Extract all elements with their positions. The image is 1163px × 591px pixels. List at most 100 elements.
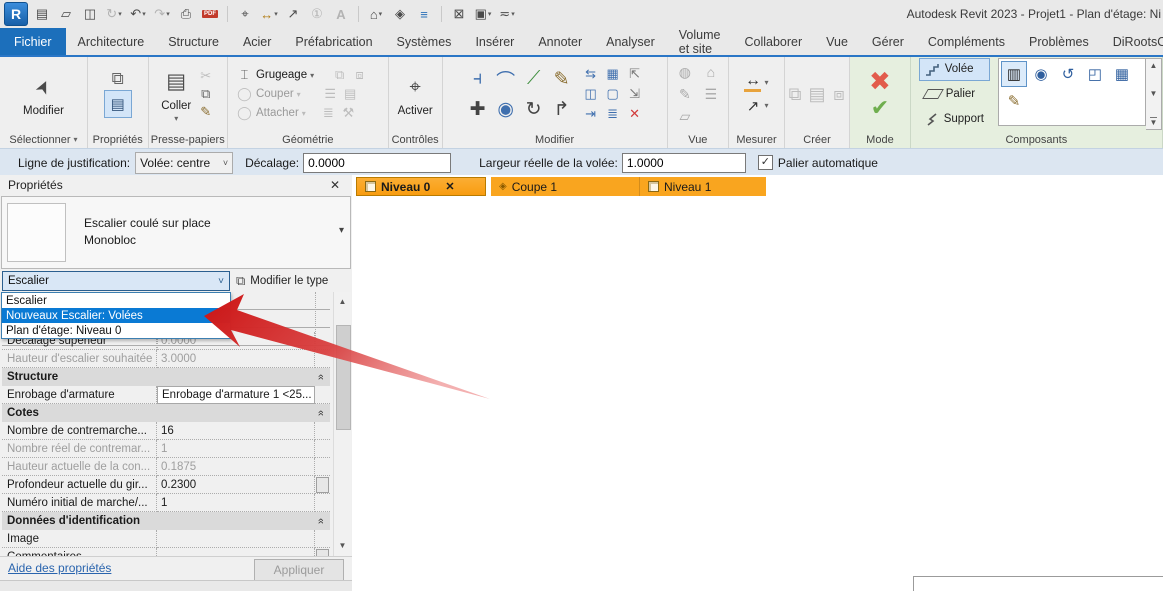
cancel-edit-mode-button[interactable]: ✖ [869, 69, 891, 93]
edit-type-button[interactable]: ⧉ Modifier le type [236, 271, 328, 291]
tab-problemes[interactable]: Problèmes [1017, 28, 1101, 55]
align-icon[interactable]: ⫞ [473, 68, 483, 90]
tab-architecture[interactable]: Architecture [66, 28, 157, 55]
unjoin-icon[interactable]: ▤ [342, 86, 359, 102]
property-row[interactable]: Nombre réel de contremar... 1 [2, 440, 330, 458]
property-row[interactable]: Image [2, 530, 330, 548]
tag-by-category-icon[interactable]: ① [307, 4, 327, 24]
measure-along-element-button[interactable]: ↗ ▾ [744, 96, 768, 115]
gallery-scrollbar[interactable]: ▲ ▼ ▼ [1146, 58, 1162, 130]
print-icon[interactable]: ⎙ [176, 4, 196, 24]
properties-window-icon[interactable]: ▤ [32, 4, 52, 24]
auto-landing-checkbox[interactable]: ✓ [758, 155, 773, 170]
mirror-draw-icon[interactable]: ◫ [584, 86, 596, 102]
toggle-light-icon[interactable]: ◍ [679, 64, 691, 81]
revit-logo-icon[interactable]: R [4, 2, 28, 26]
attacher-button[interactable]: ◯ Attacher▾ ≣ ⚒ [236, 104, 357, 123]
offset-input[interactable] [303, 153, 451, 173]
customize-qat-icon[interactable]: ≂▾ [497, 4, 517, 24]
undo-icon[interactable]: ↶▾ [128, 4, 148, 24]
panel-label-mesurer[interactable]: Mesurer [729, 131, 784, 148]
tab-complements[interactable]: Compléments [916, 28, 1017, 55]
measure-between-refs-button[interactable]: ↔ ▾ [744, 73, 768, 92]
palette-scrollbar[interactable]: ▲ ▼ [333, 292, 351, 556]
render-icon[interactable]: ⌂ [707, 64, 715, 80]
gallery-scroll-up-icon[interactable]: ▲ [1150, 61, 1158, 70]
copy-element-icon[interactable]: ◉ [497, 98, 514, 121]
panel-label-proprietes[interactable]: Propriétés [88, 131, 148, 148]
panel-label-presse-papiers[interactable]: Presse-papiers [149, 131, 227, 148]
tab-gerer[interactable]: Gérer [860, 28, 916, 55]
sketch-run-icon[interactable]: ✎ [1001, 88, 1027, 114]
panel-label-controles[interactable]: Contrôles [389, 131, 442, 148]
view-box-icon[interactable]: ▱ [679, 108, 690, 125]
palette-close-icon[interactable]: ✕ [330, 178, 340, 192]
property-row[interactable]: Commentaires [2, 548, 330, 556]
pin-icon[interactable]: ⇲ [629, 86, 640, 102]
view-tab-coupe-1[interactable]: ◈ Coupe 1 [491, 177, 639, 196]
create-assembly-icon[interactable]: ▤ [809, 86, 826, 102]
type-selector-caret-icon[interactable]: ▾ [339, 225, 344, 236]
hidden-lines-icon[interactable]: ☰ [705, 86, 718, 103]
panel-label-composants[interactable]: Composants [911, 131, 1162, 148]
volee-button[interactable]: Volée [919, 58, 990, 81]
scroll-thumb[interactable] [336, 325, 351, 430]
close-inactive-windows-icon[interactable]: ⊠ [449, 4, 469, 24]
run-u-winder-icon[interactable]: ▦ [1109, 61, 1135, 87]
tab-collaborer[interactable]: Collaborer [732, 28, 814, 55]
property-row[interactable]: Nombre de contremarche... 16 [2, 422, 330, 440]
sync-icon[interactable]: ↻▾ [104, 4, 124, 24]
save-icon[interactable]: ◫ [80, 4, 100, 24]
finish-edit-mode-button[interactable]: ✔ [871, 97, 889, 119]
linework-icon[interactable]: ✎ [679, 86, 691, 103]
tab-annoter[interactable]: Annoter [526, 28, 594, 55]
beam-join-icon[interactable]: ≣ [320, 105, 337, 121]
run-l-winder-icon[interactable]: ◰ [1082, 61, 1108, 87]
multi-align-icon[interactable]: ≣ [607, 106, 618, 122]
grugeage-button[interactable]: ⌶ Grugeage▾ ⧉ ⧈ [236, 66, 368, 85]
run-width-input[interactable] [622, 153, 746, 173]
trim-extend-icon[interactable]: ✎ [554, 68, 570, 91]
create-similar-icon[interactable]: ⧈ [831, 86, 848, 102]
align-end-icon[interactable]: ⇥ [585, 106, 596, 122]
panel-label-creer[interactable]: Créer [785, 131, 849, 148]
copy-icon[interactable]: ⧉ [197, 86, 214, 102]
property-row[interactable]: Hauteur d'escalier souhaitée 3.0000 [2, 350, 330, 368]
split-element-icon[interactable]: ⟋ [527, 68, 540, 90]
row-action-button[interactable] [316, 549, 329, 557]
modifier-button[interactable]: ➤ Modifier [23, 71, 64, 117]
open-icon[interactable]: ▱ [56, 4, 76, 24]
properties-toggle-button[interactable]: ▤ [104, 90, 132, 118]
activate-dimensions-icon[interactable]: ⌖ [235, 4, 255, 24]
tab-fichier[interactable]: Fichier [0, 28, 66, 55]
run-spiral-full-icon[interactable]: ◉ [1028, 61, 1054, 87]
redo-icon[interactable]: ↷▾ [152, 4, 172, 24]
scroll-down-icon[interactable]: ▼ [334, 538, 351, 553]
panel-label-selectionner[interactable]: Sélectionner▾ [0, 131, 87, 148]
justification-combo[interactable]: Volée: centre˅ [135, 152, 233, 174]
close-view-tab-icon[interactable]: ✕ [445, 180, 454, 193]
mirror-axis-icon[interactable]: ⇆ [585, 66, 596, 82]
properties-help-link[interactable]: Aide des propriétés [8, 561, 111, 575]
wall-joins-icon[interactable]: ☰ [322, 86, 339, 102]
property-row[interactable]: Enrobage d'armature Enrobage d'armature … [2, 386, 330, 404]
section-icon[interactable]: ◈ [390, 4, 410, 24]
panel-label-geometrie[interactable]: Géométrie [228, 131, 388, 148]
panel-label-vue[interactable]: Vue [668, 131, 728, 148]
rotate-icon[interactable]: ↻ [526, 98, 542, 121]
delete-icon[interactable]: ✕ [629, 106, 640, 122]
section-header-structure[interactable]: Structure» [2, 368, 330, 386]
solid-icon[interactable]: ⧈ [351, 67, 368, 83]
trim-corner-icon[interactable]: ↱ [554, 98, 570, 121]
default-3d-view-icon[interactable]: ⌂▾ [366, 4, 386, 24]
section-header-cotes[interactable]: Cotes» [2, 404, 330, 422]
text-icon[interactable]: A [331, 4, 351, 24]
gallery-expand-icon[interactable]: ▼ [1150, 117, 1158, 127]
palier-button[interactable]: Palier [919, 83, 990, 106]
activer-button[interactable]: ⌖ Activer [398, 71, 433, 117]
run-straight-icon[interactable]: ▥ [1001, 61, 1027, 87]
panel-label-modifier[interactable]: Modifier [443, 131, 667, 148]
measure-icon[interactable]: ↗ [283, 4, 303, 24]
export-pdf-icon[interactable]: PDF [200, 4, 220, 24]
match-properties-icon[interactable]: ✎ [197, 104, 214, 120]
